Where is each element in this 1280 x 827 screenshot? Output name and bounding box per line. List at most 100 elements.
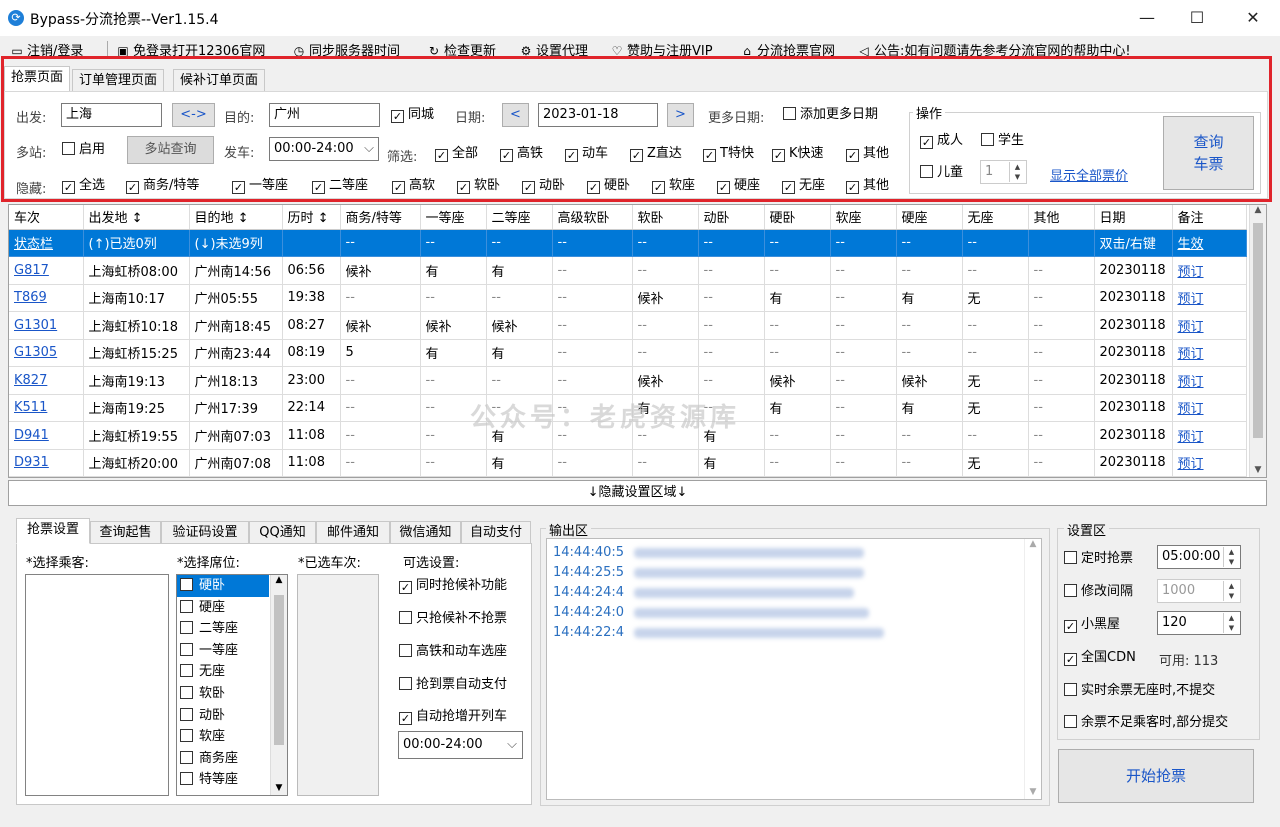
column-header[interactable]: 一等座 — [420, 205, 487, 230]
extra-trains-time-select[interactable]: 00:00-24:00 ⌵ — [398, 731, 523, 759]
query-tickets-button[interactable]: 查询 车票 — [1163, 116, 1254, 190]
hide-business[interactable]: ✓ 商务/特等 — [126, 178, 199, 194]
train-number-cell[interactable]: D931 — [9, 449, 84, 477]
checkbox-icon[interactable] — [180, 685, 193, 699]
filter-all[interactable]: ✓ 全部 — [435, 146, 478, 162]
cdn-checkbox[interactable]: ✓ 全国CDN — [1064, 650, 1136, 666]
scroll-down-icon[interactable]: ▼ — [271, 783, 287, 793]
opt-choose-seat-checkbox[interactable]: 高铁和动车选座 — [399, 644, 507, 660]
scroll-up-icon[interactable]: ▲ — [1025, 539, 1041, 549]
column-header[interactable]: 商务/特等 — [340, 205, 421, 230]
checkbox-icon[interactable] — [180, 578, 193, 591]
hide-soft-seat[interactable]: ✓ 软座 — [652, 178, 695, 194]
menu-sync-time[interactable]: ◷ 同步服务器时间 — [292, 40, 400, 59]
checkbox-icon[interactable] — [180, 772, 193, 786]
opt-autopay-checkbox[interactable]: 抢到票自动支付 — [399, 677, 507, 693]
prev-date-button[interactable]: < — [502, 103, 529, 127]
checkbox-icon[interactable] — [180, 621, 193, 635]
filter-other[interactable]: ✓ 其他 — [846, 146, 889, 162]
table-row[interactable]: T869 上海南10:17 广州05:55 19:38 -- -- -- -- 候补 -- 有 -- 有… — [9, 284, 1247, 312]
child-checkbox[interactable]: 儿童 — [920, 165, 963, 181]
checkbox-icon[interactable] — [180, 642, 193, 656]
tab-orders[interactable]: 订单管理页面 — [72, 69, 165, 93]
hide-soft-sleeper[interactable]: ✓ 软卧 — [457, 178, 500, 194]
from-input[interactable]: 上海 — [61, 103, 162, 127]
hide-high-soft[interactable]: ✓ 高软 — [392, 178, 435, 194]
column-header[interactable]: 无座 — [962, 205, 1029, 230]
seat-option[interactable]: 动卧 — [177, 705, 269, 727]
table-row[interactable]: K827 上海南19:13 广州18:13 23:00 -- -- -- -- 候补 -- 候补 --… — [9, 366, 1247, 395]
book-link[interactable]: 预订 — [1172, 449, 1247, 477]
hide-second[interactable]: ✓ 二等座 — [312, 178, 368, 194]
menu-notice[interactable]: ◁ 公告:如有问题请先参考分流官网的帮助中心! — [857, 40, 1130, 59]
hide-other[interactable]: ✓ 其他 — [846, 178, 889, 194]
checkbox-icon[interactable] — [180, 707, 193, 721]
swap-button[interactable]: <-> — [172, 103, 215, 127]
hide-hard-sleeper[interactable]: ✓ 硬卧 — [587, 178, 630, 194]
book-link[interactable]: 生效 — [1172, 229, 1247, 257]
multi-station-enable-checkbox[interactable]: 启用 — [62, 142, 105, 158]
close-button[interactable]: ✕ — [1230, 4, 1276, 32]
table-row[interactable]: G1305 上海虹桥15:25 广州南23:44 08:19 5 有有 -- -- -- -- --… — [9, 339, 1247, 367]
column-header[interactable]: 二等座 — [486, 205, 553, 230]
filter-k[interactable]: ✓ K快速 — [772, 146, 824, 162]
column-header[interactable]: 备注 — [1172, 205, 1247, 230]
scroll-thumb[interactable] — [274, 595, 284, 745]
table-row[interactable]: D941 上海虹桥19:55 广州南07:03 11:08 -- -- 有 -- -- 有 -- --… — [9, 421, 1247, 450]
book-link[interactable]: 预订 — [1172, 366, 1247, 395]
depart-time-select[interactable]: 00:00-24:00 ⌵ — [269, 137, 379, 161]
adult-checkbox[interactable]: ✓ 成人 — [920, 133, 963, 149]
opt-waitlist-checkbox[interactable]: ✓ 同时抢候补功能 — [399, 578, 507, 594]
selected-trains-list[interactable] — [297, 574, 379, 796]
output-scrollbar[interactable]: ▲ ▼ — [1024, 539, 1041, 799]
show-all-prices-link[interactable]: 显示全部票价 — [1050, 165, 1128, 184]
bottom-tab[interactable]: 验证码设置 — [161, 521, 249, 545]
book-link[interactable]: 预订 — [1172, 256, 1247, 285]
table-row[interactable]: K511 上海南19:25 广州17:39 22:14 -- -- -- -- 有 -- 有 -- 有无… — [9, 394, 1247, 422]
menu-site[interactable]: ⌂ 分流抢票官网 — [740, 40, 835, 59]
scroll-thumb[interactable] — [1253, 223, 1263, 438]
scroll-up-icon[interactable]: ▲ — [1250, 205, 1266, 215]
train-number-cell[interactable]: D941 — [9, 421, 84, 450]
table-row[interactable]: G817 上海虹桥08:00 广州南14:56 06:56 候补有有 -- -- -- -- --… — [9, 256, 1247, 285]
minimize-button[interactable]: — — [1124, 4, 1170, 32]
next-date-button[interactable]: > — [667, 103, 694, 127]
train-number-cell[interactable]: G817 — [9, 256, 84, 285]
opt-only-waitlist-checkbox[interactable]: 只抢候补不抢票 — [399, 611, 507, 627]
status-row[interactable]: 状态栏 (↑)已选0列 (↓)未选9列 -- -- -- -- -- -- -- -- -- -- 双击/… — [9, 229, 1247, 257]
menu-check-update[interactable]: ↻ 检查更新 — [427, 40, 496, 59]
book-link[interactable]: 预订 — [1172, 421, 1247, 450]
column-header[interactable]: 目的地 ↕ — [189, 205, 283, 230]
seat-option[interactable]: 商务座 — [177, 748, 269, 770]
passenger-list[interactable] — [25, 574, 169, 796]
bottom-tab[interactable]: 自动支付 — [461, 521, 531, 545]
seat-option[interactable]: 无座 — [177, 661, 269, 683]
maximize-button[interactable]: ☐ — [1174, 4, 1220, 32]
column-header[interactable]: 车次 — [9, 205, 84, 230]
add-more-dates-checkbox[interactable]: 添加更多日期 — [783, 107, 878, 123]
bottom-tab[interactable]: 抢票设置 — [16, 518, 90, 544]
timed-input[interactable]: 05:00:00 ▲ ▼ — [1157, 545, 1241, 569]
column-header[interactable]: 高级软卧 — [552, 205, 633, 230]
seat-option[interactable]: 软卧 — [177, 683, 269, 705]
filter-g[interactable]: ✓ 高铁 — [500, 146, 543, 162]
filter-d[interactable]: ✓ 动车 — [565, 146, 608, 162]
seat-option[interactable]: 二等座 — [177, 618, 269, 640]
train-number-cell[interactable]: 状态栏 — [9, 229, 84, 257]
output-log[interactable]: 14:44:40:5 14:44:25:5 14:44:24:4 14:44:24:0… — [546, 538, 1042, 800]
bottom-tab[interactable]: QQ通知 — [249, 521, 316, 545]
interval-checkbox[interactable]: 修改间隔 — [1064, 584, 1133, 600]
timed-checkbox[interactable]: 定时抢票 — [1064, 551, 1133, 567]
menu-proxy[interactable]: ⚙ 设置代理 — [519, 40, 588, 59]
seat-list[interactable]: 硬卧 硬座 二等座 一等座 无座 软卧 动卧 软座 商务座 特等座 ▲ ▼ — [176, 574, 288, 796]
seat-option[interactable]: 硬座 — [177, 597, 269, 619]
menu-open-12306[interactable]: ▣ 免登录打开12306官网 — [116, 40, 265, 59]
scroll-down-icon[interactable]: ▼ — [1025, 787, 1041, 797]
filter-z[interactable]: ✓ Z直达 — [630, 146, 682, 162]
checkbox-icon[interactable] — [180, 750, 193, 764]
checkbox-icon[interactable] — [180, 599, 193, 613]
book-link[interactable]: 预订 — [1172, 284, 1247, 312]
hide-hard-seat[interactable]: ✓ 硬座 — [717, 178, 760, 194]
tab-waitlist[interactable]: 候补订单页面 — [173, 69, 266, 93]
scroll-up-icon[interactable]: ▲ — [271, 575, 287, 585]
